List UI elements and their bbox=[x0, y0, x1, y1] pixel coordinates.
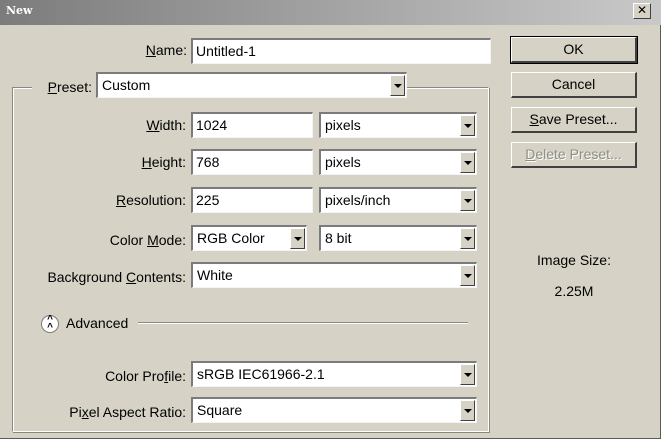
background-contents-label: Background Contents: bbox=[47, 269, 186, 285]
bit-depth-select[interactable]: 8 bit bbox=[319, 225, 477, 251]
color-profile-select[interactable]: sRGB IEC61966-2.1 bbox=[191, 361, 477, 387]
width-unit-value: pixels bbox=[325, 117, 361, 133]
ok-button[interactable]: OK bbox=[510, 36, 638, 64]
title-bar[interactable]: New ✕ bbox=[0, 0, 661, 25]
background-contents-select[interactable]: White bbox=[191, 262, 477, 288]
resolution-unit-select[interactable]: pixels/inch bbox=[319, 187, 477, 213]
image-size-value: 2.25M bbox=[554, 283, 594, 299]
name-input[interactable]: Untitled-1 bbox=[191, 38, 491, 64]
color-mode-value: RGB Color bbox=[197, 230, 265, 246]
triangle-down-icon[interactable] bbox=[460, 228, 475, 249]
color-profile-value: sRGB IEC61966-2.1 bbox=[197, 366, 325, 382]
save-preset-button[interactable]: Save Preset... bbox=[511, 107, 637, 133]
close-icon: ✕ bbox=[636, 3, 648, 17]
triangle-down-icon[interactable] bbox=[290, 228, 305, 249]
close-button[interactable]: ✕ bbox=[633, 3, 651, 19]
height-unit-value: pixels bbox=[325, 154, 361, 170]
pixel-aspect-ratio-label: Pixel Aspect Ratio: bbox=[69, 404, 186, 420]
color-profile-label: Color Profile: bbox=[105, 368, 186, 384]
window-title: New bbox=[6, 4, 33, 17]
width-label: Width: bbox=[146, 117, 186, 133]
triangle-down-icon[interactable] bbox=[460, 190, 475, 211]
triangle-down-icon[interactable] bbox=[460, 364, 475, 385]
preset-label: Preset: bbox=[47, 79, 92, 95]
height-unit-select[interactable]: pixels bbox=[319, 149, 477, 175]
delete-preset-button: Delete Preset... bbox=[511, 142, 637, 168]
color-mode-select[interactable]: RGB Color bbox=[191, 225, 307, 251]
triangle-down-icon[interactable] bbox=[460, 400, 475, 421]
image-size-label: Image Size: bbox=[537, 252, 611, 268]
name-label: Name: bbox=[145, 42, 187, 58]
height-input[interactable]: 768 bbox=[191, 149, 313, 175]
triangle-down-icon[interactable] bbox=[460, 265, 475, 286]
cancel-button[interactable]: Cancel bbox=[511, 72, 637, 98]
new-document-dialog: New ✕ Name: Untitled-1 Preset: Custom Wi… bbox=[0, 0, 661, 439]
advanced-label[interactable]: Advanced bbox=[66, 314, 128, 332]
color-mode-label: Color Mode: bbox=[109, 232, 186, 248]
width-input[interactable]: 1024 bbox=[191, 112, 313, 138]
advanced-divider bbox=[138, 322, 468, 324]
chevron-double-up-icon[interactable]: ^ ^ bbox=[41, 315, 59, 333]
pixel-aspect-ratio-value: Square bbox=[197, 402, 243, 418]
pixel-aspect-ratio-select[interactable]: Square bbox=[191, 397, 477, 423]
bit-depth-value: 8 bit bbox=[325, 230, 352, 246]
triangle-down-icon[interactable] bbox=[390, 75, 405, 96]
width-unit-select[interactable]: pixels bbox=[319, 112, 477, 138]
preset-value: Custom bbox=[102, 77, 151, 93]
resolution-label: Resolution: bbox=[115, 192, 186, 208]
resolution-unit-value: pixels/inch bbox=[325, 192, 391, 208]
triangle-down-icon[interactable] bbox=[460, 152, 475, 173]
resolution-input[interactable]: 225 bbox=[191, 187, 313, 213]
preset-select[interactable]: Custom bbox=[96, 72, 407, 98]
background-contents-value: White bbox=[197, 267, 233, 283]
triangle-down-icon[interactable] bbox=[460, 115, 475, 136]
height-label: Height: bbox=[141, 154, 186, 170]
